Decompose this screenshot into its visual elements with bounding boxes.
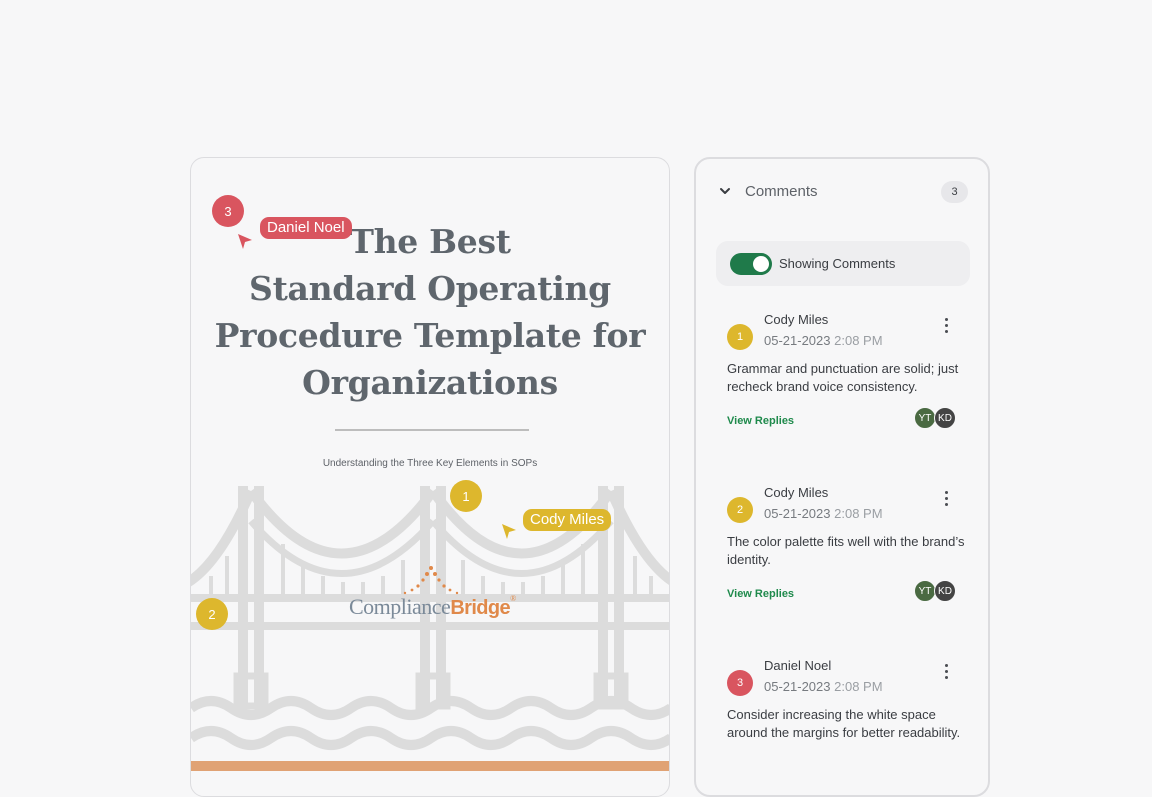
comment-text: Grammar and punctuation are solid; just … [727, 361, 959, 394]
show-comments-label: Showing Comments [779, 256, 896, 271]
comment-author: Cody Miles [764, 312, 829, 327]
comment-author: Daniel Noel [764, 658, 832, 673]
comment-number-badge: 2 [727, 497, 753, 523]
comment-date: 05-21-2023 [764, 506, 831, 521]
comment-timestamp: 05-21-2023 2:08 PM [764, 506, 883, 521]
show-comments-row: Showing Comments [716, 241, 970, 286]
more-options-icon[interactable] [940, 491, 952, 511]
comment-time: 2:08 PM [834, 679, 883, 694]
cursor-icon [238, 234, 252, 249]
comment-date: 05-21-2023 [764, 333, 831, 348]
comment-number-badge: 3 [727, 670, 753, 696]
comment-marker-1[interactable]: 1 [450, 480, 482, 512]
comments-count-badge: 3 [941, 181, 968, 203]
logo-text: Compliance [349, 594, 451, 619]
title-line: Procedure Template for [214, 316, 646, 355]
cursor-icon [502, 524, 516, 539]
collaborator-cursor-label: Daniel Noel [260, 217, 352, 239]
document-title: The Best Standard Operating Procedure Te… [191, 218, 669, 406]
registered-mark: ® [510, 594, 516, 603]
document-footer-bar [191, 761, 669, 771]
comment-timestamp: 05-21-2023 2:08 PM [764, 679, 883, 694]
comment-date: 05-21-2023 [764, 679, 831, 694]
avatar[interactable]: YT [914, 407, 936, 429]
show-comments-toggle[interactable] [730, 253, 772, 275]
comment-number-badge: 1 [727, 324, 753, 350]
document-subtitle: Understanding the Three Key Elements in … [322, 458, 538, 469]
document-preview[interactable]: The Best Standard Operating Procedure Te… [190, 157, 670, 797]
collaborator-cursor-label: Cody Miles [523, 509, 612, 531]
view-replies-link[interactable]: View Replies [727, 588, 794, 600]
comment-text: Consider increasing the white space arou… [727, 707, 961, 740]
comment-marker-3[interactable]: 3 [212, 195, 244, 227]
comment-item: 2 Cody Miles 05-21-2023 2:08 PM The colo… [696, 485, 988, 615]
title-divider [335, 429, 529, 431]
comment-item: 1 Cody Miles 05-21-2023 2:08 PM Grammar … [696, 312, 988, 442]
chevron-down-icon[interactable] [718, 184, 732, 198]
comment-marker-2[interactable]: 2 [196, 598, 228, 630]
avatar[interactable]: KD [934, 580, 956, 602]
toggle-knob [753, 256, 769, 272]
comment-timestamp: 05-21-2023 2:08 PM [764, 333, 883, 348]
avatar[interactable]: YT [914, 580, 936, 602]
view-replies-link[interactable]: View Replies [727, 415, 794, 427]
comments-header[interactable]: Comments 3 [718, 181, 968, 203]
comment-time: 2:08 PM [834, 333, 883, 348]
title-line: Standard Operating [249, 269, 611, 308]
comments-title: Comments [745, 183, 818, 200]
more-options-icon[interactable] [940, 318, 952, 338]
avatar[interactable]: KD [934, 407, 956, 429]
more-options-icon[interactable] [940, 664, 952, 684]
comment-author: Cody Miles [764, 485, 829, 500]
comment-time: 2:08 PM [834, 506, 883, 521]
comments-panel: Comments 3 Showing Comments 1 Cody Miles… [694, 157, 990, 797]
comment-text: The color palette fits well with the bra… [727, 534, 965, 567]
compliancebridge-logo: ComplianceBridge® [349, 594, 516, 620]
logo-text-bold: Bridge [450, 597, 511, 619]
title-line: Organizations [302, 363, 558, 402]
